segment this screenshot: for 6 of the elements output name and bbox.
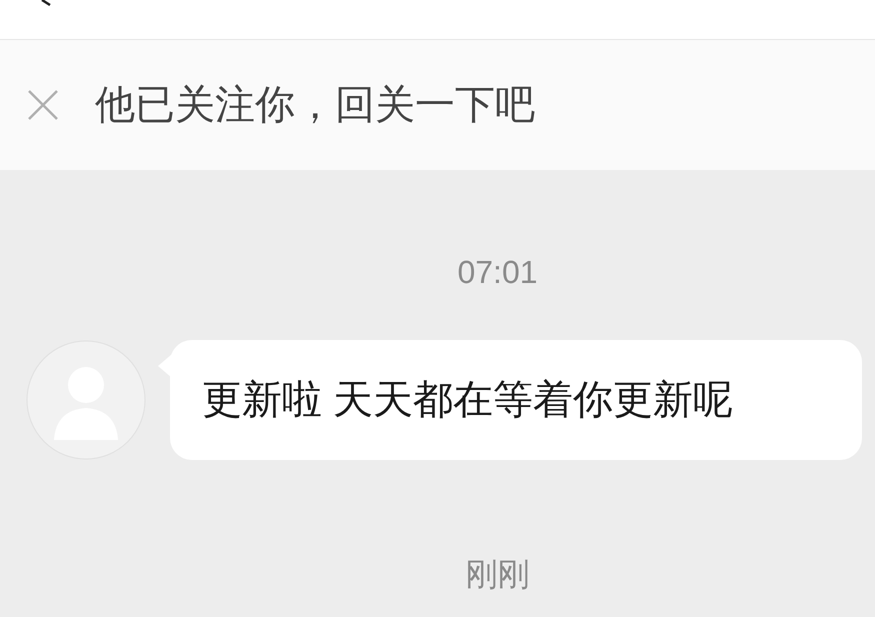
close-icon[interactable] [27, 89, 59, 121]
follow-back-prompt: 他已关注你，回关一下吧 [95, 82, 535, 129]
message-text: 更新啦 天天都在等着你更新呢 [202, 377, 734, 424]
timestamp: 刚刚 [466, 555, 530, 594]
timestamp: 07:01 [457, 253, 538, 292]
avatar-icon[interactable] [26, 340, 146, 460]
